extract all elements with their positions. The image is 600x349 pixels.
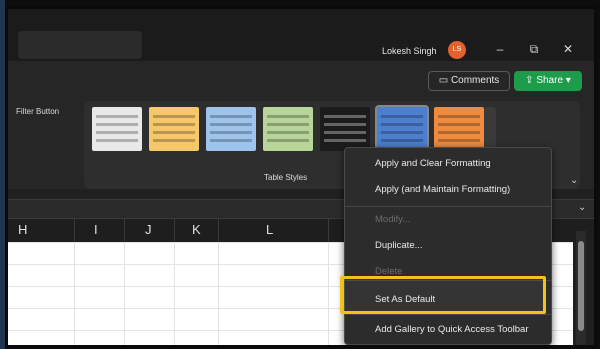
column-divider <box>218 219 219 241</box>
comments-button[interactable]: ▭ Comments <box>428 71 510 91</box>
excel-window: Lokesh Singh LS – ⧉ ✕ ▭ Comments ⇪ Share… <box>5 6 597 348</box>
share-label: Share <box>536 75 564 86</box>
column-divider <box>174 219 175 241</box>
share-button[interactable]: ⇪ Share ▾ <box>514 71 582 91</box>
chevron-down-icon[interactable]: ⌄ <box>570 175 578 186</box>
menu-item-modify: Modify... <box>375 214 411 225</box>
column-header-i[interactable]: I <box>94 222 98 237</box>
style-swatch-selected[interactable] <box>375 105 429 153</box>
style-swatch[interactable] <box>263 107 313 151</box>
menu-item-apply-maintain[interactable]: Apply (and Maintain Formatting) <box>375 184 510 195</box>
table-styles-label: Table Styles <box>264 173 308 182</box>
menu-item-add-gallery-qat[interactable]: Add Gallery to Quick Access Toolbar <box>375 324 528 335</box>
restore-button[interactable]: ⧉ <box>526 42 542 57</box>
minimize-button[interactable]: – <box>492 42 508 56</box>
vertical-scrollbar[interactable] <box>576 231 586 345</box>
style-swatch[interactable] <box>206 107 256 151</box>
scrollbar-thumb[interactable] <box>578 241 584 331</box>
chevron-down-icon[interactable]: ⌄ <box>578 202 586 213</box>
search-box[interactable] <box>18 31 142 59</box>
column-header-l[interactable]: L <box>266 222 273 237</box>
column-header-j[interactable]: J <box>145 222 152 237</box>
column-header-h[interactable]: H <box>18 222 27 237</box>
avatar[interactable]: LS <box>448 41 466 59</box>
title-bar: Lokesh Singh LS – ⧉ ✕ <box>8 9 594 61</box>
comments-label: Comments <box>450 75 500 86</box>
column-divider <box>74 219 75 241</box>
style-swatch[interactable] <box>149 107 199 151</box>
column-divider <box>124 219 125 241</box>
column-divider <box>328 219 329 241</box>
context-menu: Apply and Clear Formatting Apply (and Ma… <box>344 147 552 345</box>
user-name[interactable]: Lokesh Singh <box>382 46 437 56</box>
close-button[interactable]: ✕ <box>560 42 576 56</box>
share-icon: ⇪ <box>525 75 534 86</box>
style-swatch[interactable] <box>320 107 370 151</box>
comment-icon: ▭ <box>438 75 449 86</box>
column-header-k[interactable]: K <box>192 222 201 237</box>
menu-item-duplicate[interactable]: Duplicate... <box>375 240 423 251</box>
chevron-down-icon: ▾ <box>565 75 571 86</box>
style-swatch[interactable] <box>92 107 142 151</box>
highlight-box <box>340 276 546 314</box>
menu-item-apply-clear[interactable]: Apply and Clear Formatting <box>375 158 491 169</box>
gallery-scroll[interactable] <box>484 107 496 151</box>
filter-button-option[interactable]: Filter Button <box>16 107 59 116</box>
style-swatch[interactable] <box>434 107 484 151</box>
